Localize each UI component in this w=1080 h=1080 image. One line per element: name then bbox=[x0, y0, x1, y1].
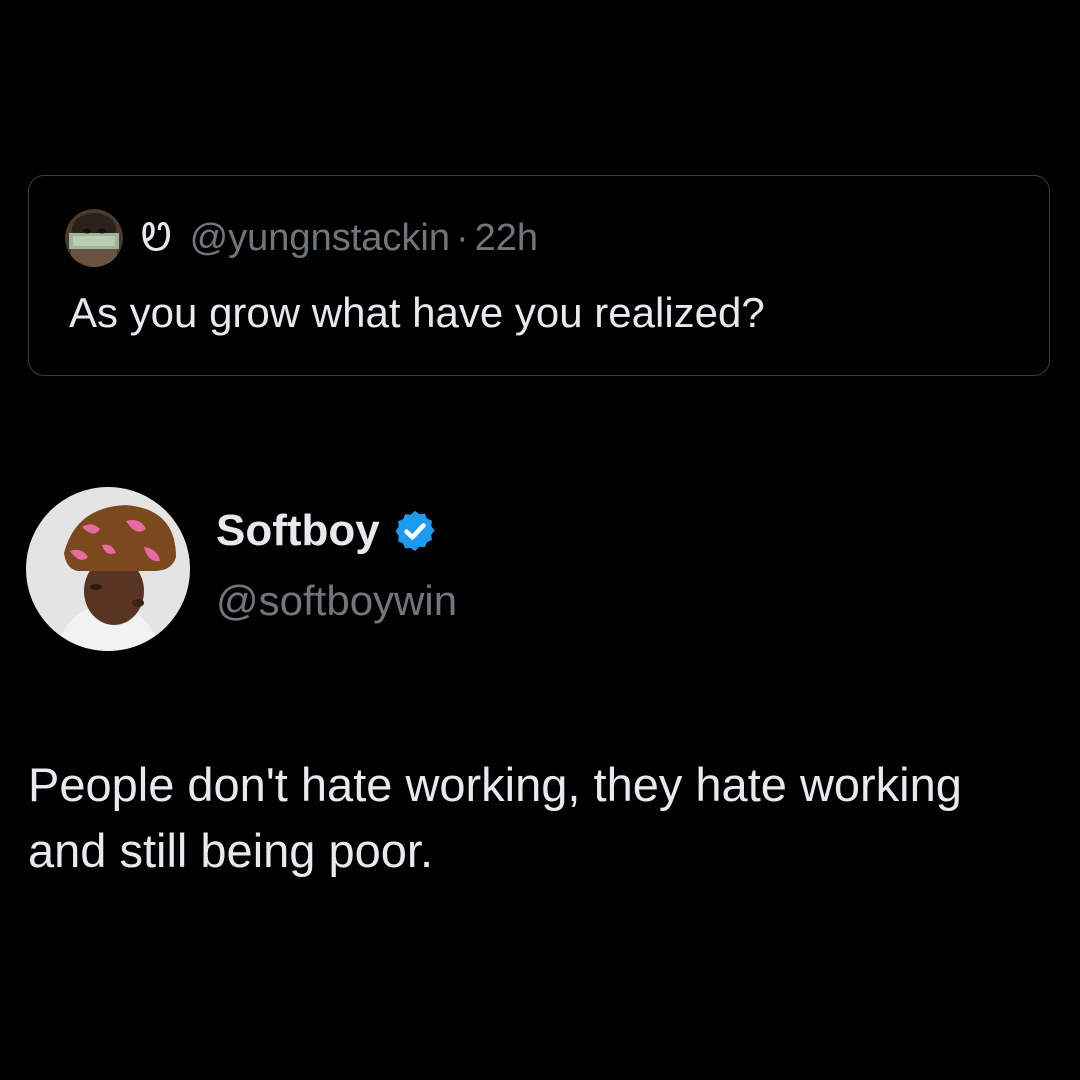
quoted-post-card[interactable]: Ꮼ @yungnstackin · 22h As you grow what h… bbox=[28, 175, 1050, 376]
post-author-display-name[interactable]: Softboy bbox=[216, 509, 380, 553]
post-author-avatar[interactable] bbox=[26, 487, 190, 651]
user-avatar-icon bbox=[26, 487, 190, 651]
quoted-post-text: As you grow what have you realized? bbox=[69, 289, 765, 336]
post-author-handle[interactable]: @softboywin bbox=[216, 580, 457, 622]
quoted-post-separator: · bbox=[455, 217, 469, 259]
quoted-post-display-name[interactable]: Ꮼ bbox=[141, 219, 172, 257]
post-text: People don't hate working, they hate wor… bbox=[28, 758, 962, 877]
quoted-post-avatar[interactable] bbox=[65, 209, 123, 267]
verified-badge-icon bbox=[395, 510, 435, 552]
quoted-post-header: Ꮼ @yungnstackin · 22h bbox=[65, 209, 538, 267]
quoted-post-timestamp[interactable]: 22h bbox=[475, 219, 538, 257]
money-mask-avatar-icon bbox=[65, 209, 123, 267]
post-author-name-row: Softboy bbox=[216, 508, 438, 554]
quoted-post-handle[interactable]: @yungnstackin bbox=[190, 219, 450, 257]
